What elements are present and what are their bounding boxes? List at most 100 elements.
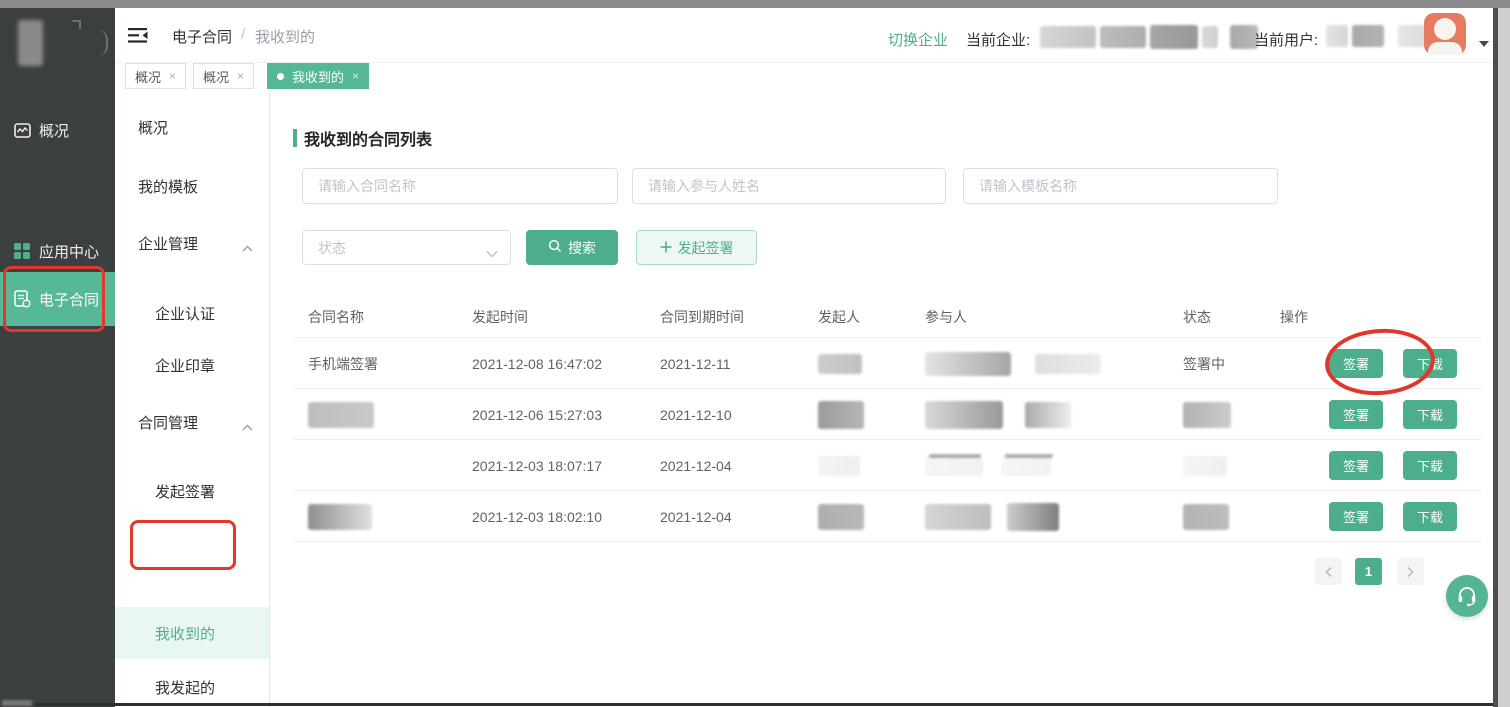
window-right-edge: [1493, 0, 1510, 707]
menu-fold-icon[interactable]: [128, 27, 150, 44]
redacted-block: [1150, 25, 1198, 49]
headset-icon: [1455, 584, 1479, 608]
redacted-block: [1007, 503, 1059, 531]
cell-initiator: [818, 389, 868, 440]
active-dot-icon: [277, 73, 284, 80]
prev-page-button[interactable]: [1315, 558, 1342, 585]
search-icon: [548, 239, 562, 256]
redacted-block: [1352, 25, 1384, 47]
menu-item-company-verify[interactable]: 企业认证: [115, 299, 269, 327]
col-start-time: 发起时间: [472, 296, 528, 338]
logo: [18, 20, 43, 66]
redacted-block: [1100, 26, 1146, 48]
watermark-smudge: [2, 700, 32, 706]
download-button[interactable]: 下载: [1403, 451, 1457, 480]
table-row: 2021-12-03 18:02:10 2021-12-04 签署下载: [270, 491, 1493, 542]
participant-name-input[interactable]: [632, 168, 946, 204]
close-icon[interactable]: ×: [352, 69, 359, 83]
page-title: 我收到的合同列表: [293, 126, 432, 150]
download-button[interactable]: 下载: [1403, 400, 1457, 429]
chevron-up-icon: [242, 418, 253, 435]
redacted-block: [818, 504, 864, 530]
cell-initiator: [818, 440, 864, 491]
chevron-up-icon: [242, 239, 253, 256]
redacted-block: [925, 401, 1003, 429]
sign-button[interactable]: 签署: [1329, 400, 1383, 429]
cell-status: [1183, 389, 1235, 440]
menu-item-company-seal[interactable]: 企业印章: [115, 351, 269, 379]
customer-service-button[interactable]: [1446, 575, 1488, 617]
contract-name-input[interactable]: [302, 168, 618, 204]
close-icon[interactable]: ×: [169, 69, 176, 83]
cell-start: 2021-12-08 16:47:02: [472, 338, 602, 389]
cell-actions: 签署下载: [1329, 338, 1457, 389]
tab-overview-2[interactable]: 概况 ×: [193, 63, 254, 89]
sidebar-item-e-contract[interactable]: 电子合同: [0, 272, 115, 326]
window-bottom-edge: [35, 703, 1493, 706]
tab-overview-1[interactable]: 概况 ×: [125, 63, 186, 89]
chart-icon: [13, 121, 31, 139]
sidebar-item-app-center[interactable]: 应用中心: [0, 234, 115, 268]
redacted-block: [1398, 25, 1426, 47]
secondary-sidebar: 概况 我的模板 企业管理 企业认证 企业印章 合同管理 发起签署 我收到的 我发…: [115, 90, 270, 707]
redacted-block: [1001, 456, 1051, 476]
menu-item-sent-by-me[interactable]: 我发起的: [115, 673, 269, 701]
next-page-button[interactable]: [1397, 558, 1424, 585]
redacted-block: [818, 354, 862, 374]
caret-down-icon[interactable]: [1479, 41, 1489, 47]
sign-button[interactable]: 签署: [1329, 349, 1383, 378]
menu-item-received-hidden: [115, 573, 269, 601]
col-initiator: 发起人: [818, 296, 860, 338]
redacted-block: [308, 504, 372, 530]
redacted-block: [1202, 26, 1218, 48]
primary-sidebar: 概况 应用中心 电子合同: [0, 8, 115, 707]
download-button[interactable]: 下载: [1403, 349, 1457, 378]
col-expire-time: 合同到期时间: [660, 296, 744, 338]
redacted-block: [925, 352, 1011, 376]
close-icon[interactable]: ×: [237, 69, 244, 83]
sign-button[interactable]: 签署: [1329, 502, 1383, 531]
cell-status: [1183, 440, 1231, 491]
sign-button[interactable]: 签署: [1329, 451, 1383, 480]
cell-status: [1183, 491, 1233, 542]
initiate-sign-button[interactable]: 发起签署: [636, 230, 757, 265]
user-avatar[interactable]: [1424, 13, 1466, 55]
status-select[interactable]: 状态: [302, 230, 511, 265]
menu-group-company-mgmt[interactable]: 企业管理: [115, 229, 269, 257]
cell-expire: 2021-12-04: [660, 491, 732, 542]
plus-icon: [660, 240, 672, 256]
cell-name: [308, 389, 378, 440]
tab-received[interactable]: 我收到的 ×: [267, 63, 369, 89]
divider: [293, 541, 1482, 542]
template-name-input[interactable]: [963, 168, 1278, 204]
cell-actions: 签署下载: [1329, 389, 1457, 440]
cell-name: 手机端签署: [308, 338, 378, 389]
menu-group-contract-mgmt[interactable]: 合同管理: [115, 408, 269, 436]
redacted-block: [818, 456, 860, 476]
download-button[interactable]: 下载: [1403, 502, 1457, 531]
title-accent-bar: [293, 129, 297, 147]
tab-bar: 概况 × 概况 × 我收到的 ×: [115, 63, 1493, 90]
page-1-button[interactable]: 1: [1355, 558, 1382, 585]
switch-company-link[interactable]: 切换企业: [888, 29, 948, 50]
menu-item-received[interactable]: 我收到的: [115, 619, 269, 647]
search-button[interactable]: 搜索: [526, 230, 618, 265]
cell-start: 2021-12-03 18:07:17: [472, 440, 602, 491]
menu-item-initiate-sign[interactable]: 发起签署: [115, 477, 269, 505]
col-actions: 操作: [1280, 296, 1308, 338]
table-row: 2021-12-03 18:07:172021-12-04签署下载: [270, 440, 1493, 491]
breadcrumb-current: 我收到的: [255, 26, 315, 47]
app-window: 概况 应用中心 电子合同 概况 我的模板 企业管理 企业认证 企业印章 合同管理…: [0, 0, 1510, 707]
menu-item-overview[interactable]: 概况: [115, 113, 269, 141]
cell-expire: 2021-12-11: [660, 338, 731, 389]
window-top-edge: [0, 0, 1510, 8]
sidebar-item-overview[interactable]: 概况: [0, 113, 115, 147]
redacted-block: [1040, 26, 1096, 48]
redacted-block: [308, 402, 374, 428]
redacted-scribble: [929, 454, 981, 458]
breadcrumb-section[interactable]: 电子合同: [172, 26, 232, 47]
col-contract-name: 合同名称: [308, 296, 364, 338]
cell-start: 2021-12-03 18:02:10: [472, 491, 602, 542]
menu-item-my-templates[interactable]: 我的模板: [115, 172, 269, 200]
cell-status: 签署中: [1183, 338, 1225, 389]
